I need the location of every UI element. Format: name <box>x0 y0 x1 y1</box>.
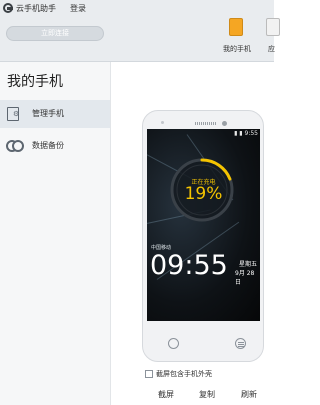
manage-phone-icon <box>7 107 19 121</box>
login-link[interactable]: 登录 <box>70 3 86 14</box>
app-icon <box>266 18 280 36</box>
phone-screen: ▮ ▮ 9:55 正在充电 19% 中国移动 09:55 星期五 9月 28 日 <box>147 129 260 321</box>
phone-status-bar: ▮ ▮ 9:55 <box>147 129 260 137</box>
backup-icon <box>6 140 26 152</box>
sidebar-title: 我的手机 <box>7 74 63 90</box>
phone-preview: ▮ ▮ 9:55 正在充电 19% 中国移动 09:55 星期五 9月 28 日 <box>142 110 264 362</box>
lockscreen-date: 9月 28 日 <box>235 270 255 286</box>
battery-percentage: 19% <box>184 184 223 204</box>
include-frame-checkbox[interactable] <box>145 370 153 378</box>
app-logo-icon <box>3 3 13 13</box>
refresh-button[interactable]: 刷新 <box>241 389 257 400</box>
copy-button[interactable]: 复制 <box>199 389 215 400</box>
app-title-row: 云手机助手 登录 <box>3 2 86 14</box>
include-frame-option[interactable]: 截屏包含手机外壳 <box>145 369 212 379</box>
lockscreen-weekday: 星期五 <box>239 261 258 268</box>
sidebar-item-data-backup[interactable]: 数据备份 <box>0 132 110 160</box>
top-header: 云手机助手 登录 立即连接 我的手机 应 <box>0 0 280 62</box>
sidebar-item-label: 管理手机 <box>32 109 64 118</box>
tab-apps[interactable]: 应 <box>262 18 282 60</box>
sidebar-item-manage-phone[interactable]: 管理手机 <box>0 100 110 128</box>
lockscreen-clock: 09:55 <box>150 250 228 281</box>
speaker-grille <box>195 122 217 125</box>
menu-button[interactable] <box>235 338 246 349</box>
proximity-sensor <box>161 121 164 124</box>
screenshot-button[interactable]: 截屏 <box>158 389 174 400</box>
front-camera <box>222 121 227 126</box>
include-frame-label: 截屏包含手机外壳 <box>156 370 212 378</box>
app-name: 云手机助手 <box>16 3 56 13</box>
home-button[interactable] <box>168 338 179 349</box>
tab-label: 我的手机 <box>223 45 251 53</box>
phone-icon <box>229 18 243 36</box>
tab-my-phone[interactable]: 我的手机 <box>219 18 255 60</box>
status-time: ▮ ▮ 9:55 <box>234 130 258 137</box>
tab-label: 应 <box>268 45 275 53</box>
sidebar-item-label: 数据备份 <box>32 141 64 150</box>
connect-now-button[interactable]: 立即连接 <box>6 26 104 41</box>
sidebar: 我的手机 管理手机 数据备份 <box>0 62 111 405</box>
